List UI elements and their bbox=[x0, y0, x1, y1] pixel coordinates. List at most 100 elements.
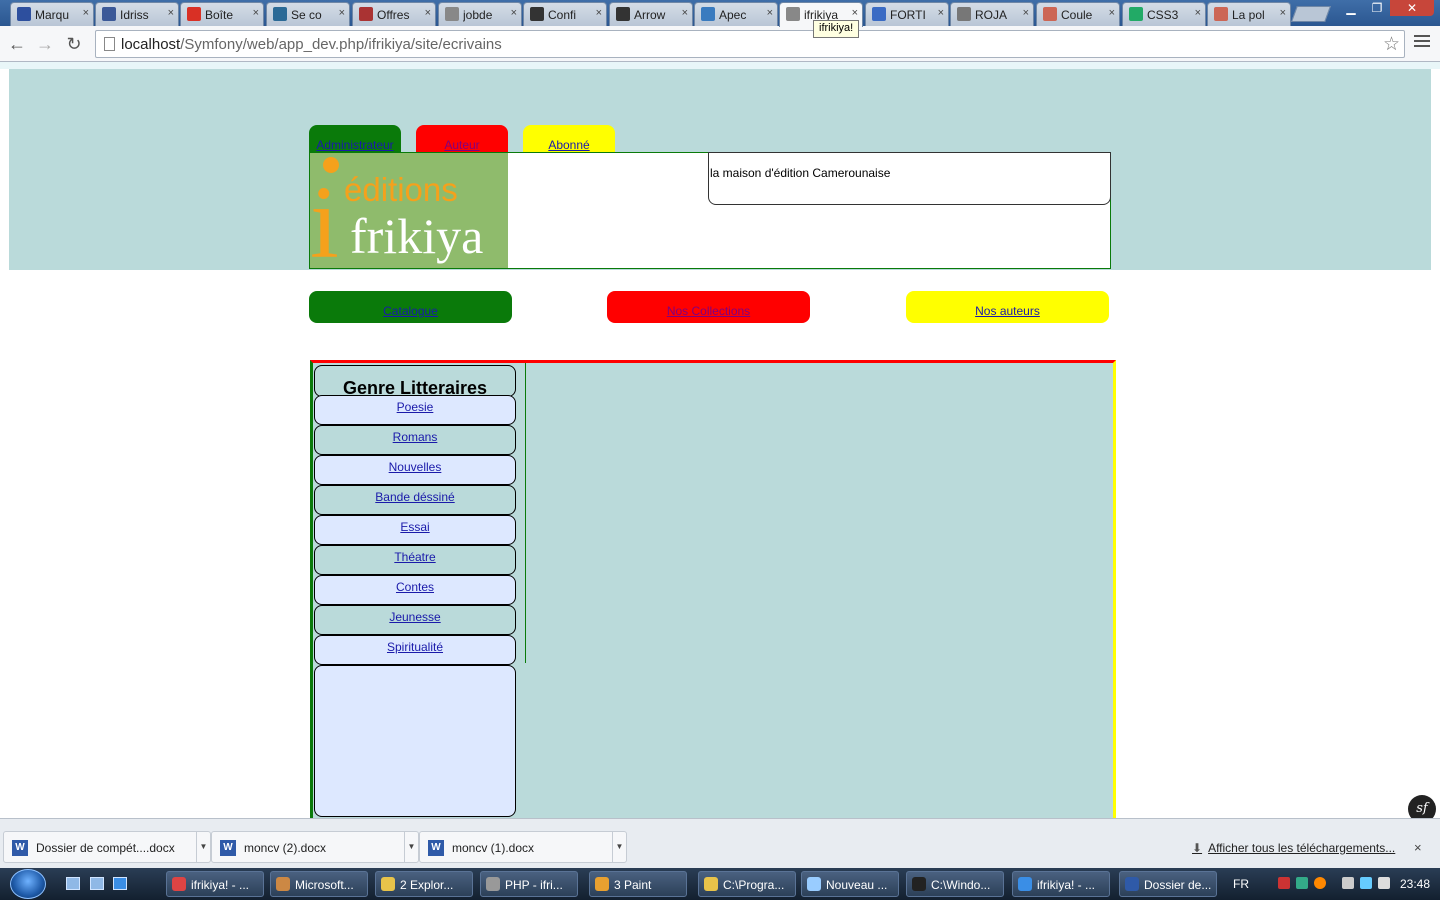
tab-close-icon[interactable]: × bbox=[1195, 7, 1201, 19]
reload-icon[interactable]: ↻ bbox=[63, 33, 85, 55]
volume-icon[interactable] bbox=[1378, 877, 1390, 889]
genre-link[interactable]: Essai bbox=[315, 520, 515, 534]
address-bar[interactable]: localhost/Symfony/web/app_dev.php/ifriki… bbox=[95, 30, 1405, 58]
tab-close-icon[interactable]: × bbox=[1023, 7, 1029, 19]
genre-item[interactable]: Essai bbox=[314, 515, 516, 545]
tab-close-icon[interactable]: × bbox=[425, 7, 431, 19]
tab-close-icon[interactable]: × bbox=[83, 7, 89, 19]
back-arrow-icon[interactable]: ← bbox=[6, 33, 28, 55]
minimize-icon[interactable]: ▁ bbox=[1338, 0, 1364, 16]
tab-close-icon[interactable]: × bbox=[596, 7, 602, 19]
genre-link[interactable]: Poesie bbox=[315, 400, 515, 414]
taskbar-item[interactable]: PHP - ifri... bbox=[480, 871, 578, 897]
download-menu-arrow-icon[interactable]: ▼ bbox=[612, 832, 626, 862]
show-all-downloads-link[interactable]: ⬇ Afficher tous les téléchargements... bbox=[1192, 841, 1395, 855]
genre-item[interactable]: Nouvelles bbox=[314, 455, 516, 485]
tab-close-icon[interactable]: × bbox=[852, 7, 858, 19]
genre-link[interactable]: Bande déssiné bbox=[315, 490, 515, 504]
tab-close-icon[interactable]: × bbox=[1280, 7, 1286, 19]
tab-close-icon[interactable]: × bbox=[253, 7, 259, 19]
nav-link[interactable]: Nos auteurs bbox=[906, 304, 1109, 318]
genre-link[interactable]: Spiritualité bbox=[315, 640, 515, 654]
browser-tab[interactable]: Arrow × bbox=[609, 2, 693, 26]
nav-link[interactable]: Catalogue bbox=[309, 304, 512, 318]
browser-tab[interactable]: Marqu × bbox=[10, 2, 94, 26]
browser-tab[interactable]: Apec × bbox=[694, 2, 778, 26]
ie-quicklaunch-icon[interactable] bbox=[113, 877, 127, 890]
taskbar-item[interactable]: ifrikiya! - ... bbox=[166, 871, 264, 897]
browser-tab[interactable]: Se co × bbox=[266, 2, 350, 26]
genre-item[interactable]: Romans bbox=[314, 425, 516, 455]
genre-item[interactable]: Spiritualité bbox=[314, 635, 516, 665]
forward-arrow-icon[interactable]: → bbox=[34, 33, 56, 55]
download-item[interactable]: W Dossier de compét....docx ▼ bbox=[3, 831, 211, 863]
tab-close-icon[interactable]: × bbox=[767, 7, 773, 19]
download-item[interactable]: Wmoncv (1).docx ▼ bbox=[419, 831, 627, 863]
browser-tab[interactable]: ROJA × bbox=[950, 2, 1034, 26]
tray-icon[interactable] bbox=[1278, 877, 1290, 889]
genre-link[interactable]: Théatre bbox=[315, 550, 515, 564]
tab-close-icon[interactable]: × bbox=[511, 7, 517, 19]
site-icon bbox=[1129, 7, 1143, 21]
tray-icon[interactable] bbox=[1360, 877, 1372, 889]
bookmark-star-icon[interactable]: ☆ bbox=[1383, 33, 1400, 56]
role-link[interactable]: Administrateur bbox=[309, 138, 401, 152]
nav-link[interactable]: Nos Collections bbox=[607, 304, 810, 318]
tab-close-icon[interactable]: × bbox=[339, 7, 345, 19]
genre-link[interactable]: Contes bbox=[315, 580, 515, 594]
browser-tab[interactable]: FORTI × bbox=[865, 2, 949, 26]
taskbar-item[interactable]: C:\Progra... bbox=[698, 871, 796, 897]
network-icon[interactable] bbox=[1342, 877, 1354, 889]
nav-button-1[interactable]: Nos Collections bbox=[607, 291, 810, 323]
browser-tab[interactable]: Coule × bbox=[1036, 2, 1120, 26]
nav-button-0[interactable]: Catalogue bbox=[309, 291, 512, 323]
clock[interactable]: 23:48 bbox=[1400, 877, 1430, 891]
taskbar-item[interactable]: 3 Paint bbox=[589, 871, 687, 897]
tray-icon[interactable] bbox=[1314, 877, 1326, 889]
taskbar-item[interactable]: Nouveau ... bbox=[801, 871, 899, 897]
show-desktop-icon[interactable] bbox=[66, 877, 80, 890]
browser-tab[interactable]: jobde × bbox=[438, 2, 522, 26]
download-menu-arrow-icon[interactable]: ▼ bbox=[404, 832, 418, 862]
browser-tab[interactable]: Offres × bbox=[352, 2, 436, 26]
genre-link[interactable]: Nouvelles bbox=[315, 460, 515, 474]
genre-link[interactable]: Romans bbox=[315, 430, 515, 444]
app-icon bbox=[276, 877, 290, 891]
nav-button-2[interactable]: Nos auteurs bbox=[906, 291, 1109, 323]
genre-item[interactable]: Poesie bbox=[314, 395, 516, 425]
tab-close-icon[interactable]: × bbox=[168, 7, 174, 19]
tab-close-icon[interactable]: × bbox=[682, 7, 688, 19]
new-tab-button[interactable] bbox=[1291, 6, 1331, 22]
tab-close-icon[interactable]: × bbox=[938, 7, 944, 19]
language-indicator[interactable]: FR bbox=[1233, 877, 1249, 891]
browser-tab[interactable]: La pol × bbox=[1207, 2, 1291, 26]
taskbar-item[interactable]: C:\Windo... bbox=[906, 871, 1004, 897]
genre-item[interactable]: Contes bbox=[314, 575, 516, 605]
browser-tab[interactable]: Idriss × bbox=[95, 2, 179, 26]
role-link[interactable]: Abonné bbox=[523, 138, 615, 152]
symfony-toolbar-icon[interactable]: sf bbox=[1408, 795, 1436, 818]
browser-tab[interactable]: Boîte × bbox=[180, 2, 264, 26]
chrome-menu-icon[interactable] bbox=[1414, 35, 1430, 49]
downloads-close-icon[interactable]: × bbox=[1414, 840, 1422, 855]
taskbar-item[interactable]: Microsoft... bbox=[270, 871, 368, 897]
download-item[interactable]: Wmoncv (2).docx ▼ bbox=[211, 831, 419, 863]
restore-icon[interactable]: ❐ bbox=[1364, 0, 1390, 16]
window-close-icon[interactable]: ✕ bbox=[1390, 0, 1434, 16]
genre-item[interactable]: Théatre bbox=[314, 545, 516, 575]
taskbar-item[interactable]: ifrikiya! - ... bbox=[1012, 871, 1110, 897]
taskbar-item[interactable]: 2 Explor... bbox=[375, 871, 473, 897]
role-link[interactable]: Auteur bbox=[416, 138, 508, 152]
browser-tab[interactable]: Confi × bbox=[523, 2, 607, 26]
genre-link[interactable]: Jeunesse bbox=[315, 610, 515, 624]
explorer-quicklaunch-icon[interactable] bbox=[90, 877, 104, 890]
genre-item[interactable]: Bande déssiné bbox=[314, 485, 516, 515]
start-button[interactable] bbox=[10, 869, 46, 899]
taskbar-item[interactable]: Dossier de... bbox=[1119, 871, 1217, 897]
browser-tab[interactable]: CSS3 × bbox=[1122, 2, 1206, 26]
word-doc-icon: W bbox=[428, 840, 444, 856]
tray-icon[interactable] bbox=[1296, 877, 1308, 889]
download-menu-arrow-icon[interactable]: ▼ bbox=[196, 832, 210, 862]
genre-item[interactable]: Jeunesse bbox=[314, 605, 516, 635]
tab-close-icon[interactable]: × bbox=[1109, 7, 1115, 19]
